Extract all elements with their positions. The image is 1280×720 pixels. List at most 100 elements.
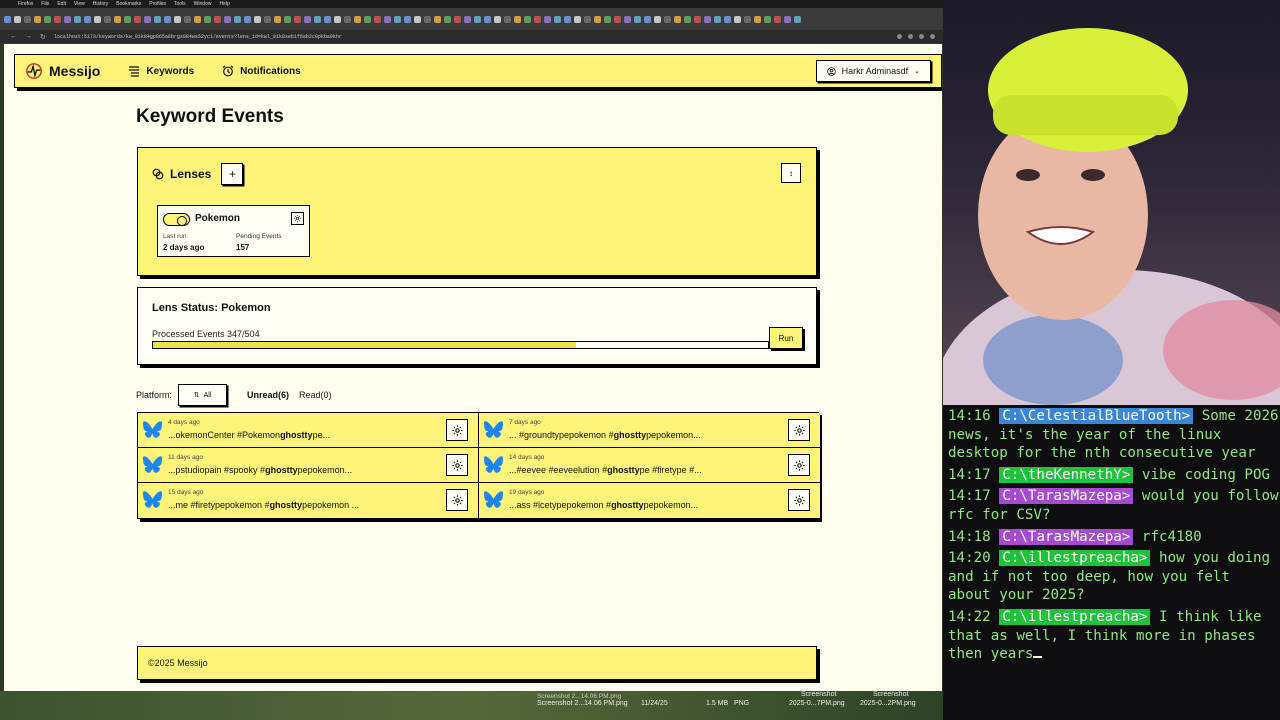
- menu-file[interactable]: File: [41, 0, 49, 8]
- browser-tab-favicon[interactable]: [364, 15, 371, 23]
- browser-tab-favicon[interactable]: [334, 15, 341, 23]
- browser-tab-favicon[interactable]: [314, 15, 321, 23]
- menu-help[interactable]: Help: [219, 0, 229, 8]
- browser-tab-favicon[interactable]: [134, 15, 141, 23]
- browser-tab-favicon[interactable]: [294, 15, 301, 23]
- browser-tab-favicon[interactable]: [704, 15, 711, 23]
- browser-tab-favicon[interactable]: [604, 15, 611, 23]
- browser-tab-favicon[interactable]: [784, 15, 791, 23]
- event-settings-button[interactable]: [446, 419, 468, 441]
- brand[interactable]: Messijo: [25, 62, 100, 80]
- browser-tab-favicon[interactable]: [44, 15, 51, 23]
- browser-tab-favicon[interactable]: [224, 15, 231, 23]
- browser-tab-favicon[interactable]: [254, 15, 261, 23]
- url-field[interactable]: localhost:5173/keywords/kw_01k84gp065a6b…: [54, 34, 342, 40]
- browser-tab-favicon[interactable]: [674, 15, 681, 23]
- menu-profiles[interactable]: Profiles: [149, 0, 166, 8]
- user-menu-button[interactable]: Harkr Adminasdf ⌄: [815, 60, 931, 82]
- browser-tab-favicon[interactable]: [24, 15, 31, 23]
- browser-tab-favicon[interactable]: [624, 15, 631, 23]
- reload-icon[interactable]: ↻: [40, 33, 46, 41]
- browser-tab-favicon[interactable]: [164, 15, 171, 23]
- browser-tab-favicon[interactable]: [634, 15, 641, 23]
- menu-history[interactable]: History: [93, 0, 109, 8]
- browser-tab-favicon[interactable]: [654, 15, 661, 23]
- browser-tab-favicon[interactable]: [514, 15, 521, 23]
- browser-tab-favicon[interactable]: [564, 15, 571, 23]
- nav-keywords[interactable]: Keywords: [128, 65, 194, 77]
- browser-tab-favicon[interactable]: [144, 15, 151, 23]
- browser-tab-favicon[interactable]: [204, 15, 211, 23]
- browser-tab-favicon[interactable]: [444, 15, 451, 23]
- menu-firefox[interactable]: Firefox: [18, 0, 33, 8]
- browser-tab-favicon[interactable]: [4, 15, 11, 23]
- menu-window[interactable]: Window: [194, 0, 212, 8]
- browser-tab-favicon[interactable]: [74, 15, 81, 23]
- browser-tab-favicon[interactable]: [744, 15, 751, 23]
- menu-tools[interactable]: Tools: [174, 0, 186, 8]
- lens-card[interactable]: Pokemon Last run 2 days ago Pending Even…: [157, 205, 310, 257]
- extension-icon[interactable]: [908, 34, 913, 39]
- browser-tab-favicon[interactable]: [584, 15, 591, 23]
- event-card[interactable]: 11 days ago ...pstudiopain #spooky #ghost…: [138, 448, 479, 483]
- browser-tab-favicon[interactable]: [244, 15, 251, 23]
- browser-tab-favicon[interactable]: [64, 15, 71, 23]
- browser-tab-favicon[interactable]: [434, 15, 441, 23]
- browser-tab-favicon[interactable]: [524, 15, 531, 23]
- run-button[interactable]: Run: [769, 327, 803, 349]
- browser-tab-favicon[interactable]: [84, 15, 91, 23]
- browser-tab-favicon[interactable]: [124, 15, 131, 23]
- event-settings-button[interactable]: [446, 489, 468, 511]
- browser-tab-favicon[interactable]: [664, 15, 671, 23]
- browser-tab-favicon[interactable]: [424, 15, 431, 23]
- event-settings-button[interactable]: [788, 454, 810, 476]
- browser-tab-favicon[interactable]: [354, 15, 361, 23]
- lens-settings-button[interactable]: [291, 212, 304, 225]
- browser-tab-favicon[interactable]: [344, 15, 351, 23]
- browser-tab-favicon[interactable]: [184, 15, 191, 23]
- browser-tab-favicon[interactable]: [754, 15, 761, 23]
- browser-tab-favicon[interactable]: [174, 15, 181, 23]
- extension-icon[interactable]: [897, 34, 902, 39]
- browser-tab-favicon[interactable]: [594, 15, 601, 23]
- browser-tab-favicon[interactable]: [554, 15, 561, 23]
- browser-tab-favicon[interactable]: [274, 15, 281, 23]
- browser-tab-favicon[interactable]: [114, 15, 121, 23]
- browser-tab-favicon[interactable]: [374, 15, 381, 23]
- thumb-file-name[interactable]: 2025-0...2PM.png: [860, 700, 916, 707]
- event-card[interactable]: 19 days ago ...ass #icetypepokemon #ghost…: [479, 483, 820, 518]
- browser-tab-favicon[interactable]: [484, 15, 491, 23]
- browser-tab-favicon[interactable]: [414, 15, 421, 23]
- tab-unread[interactable]: Unread(6): [247, 390, 289, 400]
- browser-tab-favicon[interactable]: [464, 15, 471, 23]
- event-card[interactable]: 15 days ago ...me #firetypepokemon #ghost…: [138, 483, 479, 518]
- browser-tab-favicon[interactable]: [614, 15, 621, 23]
- browser-tab-favicon[interactable]: [404, 15, 411, 23]
- browser-tab-favicon[interactable]: [94, 15, 101, 23]
- collapse-toggle-button[interactable]: ↕: [781, 163, 801, 183]
- browser-tab-favicon[interactable]: [264, 15, 271, 23]
- browser-tab-favicon[interactable]: [694, 15, 701, 23]
- browser-tab-favicon[interactable]: [454, 15, 461, 23]
- forward-icon[interactable]: →: [25, 33, 32, 40]
- menu-bookmarks[interactable]: Bookmarks: [116, 0, 141, 8]
- browser-tab-strip[interactable]: [0, 8, 943, 30]
- browser-tab-favicon[interactable]: [734, 15, 741, 23]
- add-lens-button[interactable]: +: [221, 163, 244, 185]
- event-card[interactable]: 14 days ago ...#eevee #eeveelution #ghost…: [479, 448, 820, 483]
- browser-tab-favicon[interactable]: [544, 15, 551, 23]
- browser-tab-favicon[interactable]: [574, 15, 581, 23]
- browser-tab-favicon[interactable]: [794, 15, 801, 23]
- event-settings-button[interactable]: [446, 454, 468, 476]
- event-card[interactable]: 7 days ago ... #groundtypepokemon #ghostt…: [479, 413, 820, 448]
- platform-select[interactable]: ⇅ All: [178, 384, 228, 406]
- lens-enabled-toggle[interactable]: [163, 213, 190, 226]
- browser-tab-favicon[interactable]: [14, 15, 21, 23]
- file-name[interactable]: Screenshot 2...14.06 PM.png: [537, 700, 628, 707]
- browser-tab-favicon[interactable]: [684, 15, 691, 23]
- browser-tab-favicon[interactable]: [494, 15, 501, 23]
- event-card[interactable]: 4 days ago ...okemonCenter #Pokemonghostt…: [138, 413, 479, 448]
- browser-tab-favicon[interactable]: [304, 15, 311, 23]
- browser-tab-favicon[interactable]: [504, 15, 511, 23]
- browser-tab-favicon[interactable]: [104, 15, 111, 23]
